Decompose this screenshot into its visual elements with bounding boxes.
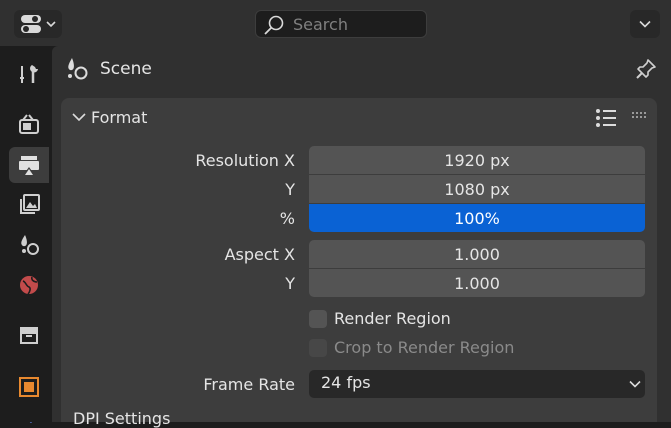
resolution-x-field[interactable]: 1920 px xyxy=(309,146,645,174)
resolution-pct-label: % xyxy=(279,209,295,228)
resolution-x-label: Resolution X xyxy=(195,151,295,170)
editor-type-button[interactable] xyxy=(14,10,62,38)
wrench-icon xyxy=(29,421,32,423)
resolution-percentage-field[interactable]: 100% xyxy=(309,204,645,232)
resolution-y-field[interactable]: 1080 px xyxy=(309,175,645,203)
labels-column: Resolution X Y % Aspect X Y Frame Rate xyxy=(120,150,295,394)
tab-render[interactable] xyxy=(9,106,49,142)
dpi-settings-header[interactable]: DPI Settings xyxy=(73,409,170,428)
panel-title: Format xyxy=(91,108,148,127)
tab-view-layer[interactable] xyxy=(9,187,49,223)
tool-icon xyxy=(20,65,38,83)
frame-rate-label: Frame Rate xyxy=(203,375,295,394)
editor-header: Search xyxy=(0,0,671,46)
tab-world[interactable] xyxy=(9,267,49,303)
resolution-y-label: Y xyxy=(285,180,295,199)
tab-scene[interactable] xyxy=(9,227,49,263)
collection-icon xyxy=(20,327,38,344)
chevron-down-icon xyxy=(72,113,86,122)
scene-icon xyxy=(21,235,39,255)
scene-icon xyxy=(68,58,88,80)
header-options-button[interactable] xyxy=(630,10,660,38)
output-icon xyxy=(19,156,39,175)
render-region-label[interactable]: Render Region xyxy=(334,309,451,328)
tab-tool[interactable] xyxy=(9,56,49,92)
tab-object[interactable] xyxy=(9,369,49,405)
presets-icon[interactable] xyxy=(594,106,618,130)
search-input[interactable]: Search xyxy=(255,10,427,38)
chevron-down-icon xyxy=(46,21,56,28)
aspect-y-field[interactable]: 1.000 xyxy=(309,269,645,297)
pin-icon[interactable] xyxy=(634,57,658,81)
tab-collection[interactable] xyxy=(9,317,49,353)
drag-handle-icon[interactable] xyxy=(631,111,649,119)
view-layer-icon xyxy=(20,194,40,214)
render-icon xyxy=(19,114,39,134)
chevron-down-icon xyxy=(639,20,651,28)
properties-editor-icon xyxy=(21,15,41,33)
chevron-down-icon xyxy=(629,380,641,388)
aspect-x-label: Aspect X xyxy=(224,245,295,264)
search-placeholder: Search xyxy=(293,15,348,34)
aspect-x-field[interactable]: 1.000 xyxy=(309,240,645,268)
frame-rate-select[interactable]: 24 fps xyxy=(309,370,645,398)
world-icon xyxy=(20,276,38,295)
aspect-y-label: Y xyxy=(285,274,295,293)
crop-to-render-region-label[interactable]: Crop to Render Region xyxy=(334,338,514,357)
search-icon xyxy=(264,15,284,35)
crop-to-render-region-checkbox[interactable] xyxy=(309,339,327,357)
render-region-checkbox[interactable] xyxy=(309,310,327,328)
object-icon xyxy=(19,377,39,397)
context-title: Scene xyxy=(100,59,152,79)
properties-tabs xyxy=(0,46,52,423)
tab-output[interactable] xyxy=(9,147,49,183)
frame-rate-value: 24 fps xyxy=(321,373,371,392)
